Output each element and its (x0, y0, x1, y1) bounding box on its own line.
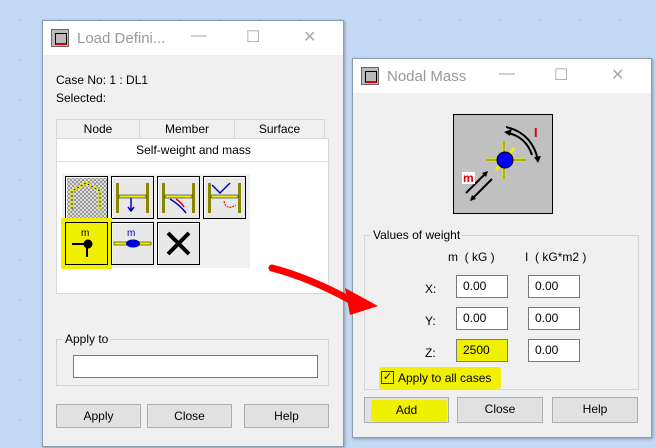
annotation-arrow (268, 264, 378, 315)
